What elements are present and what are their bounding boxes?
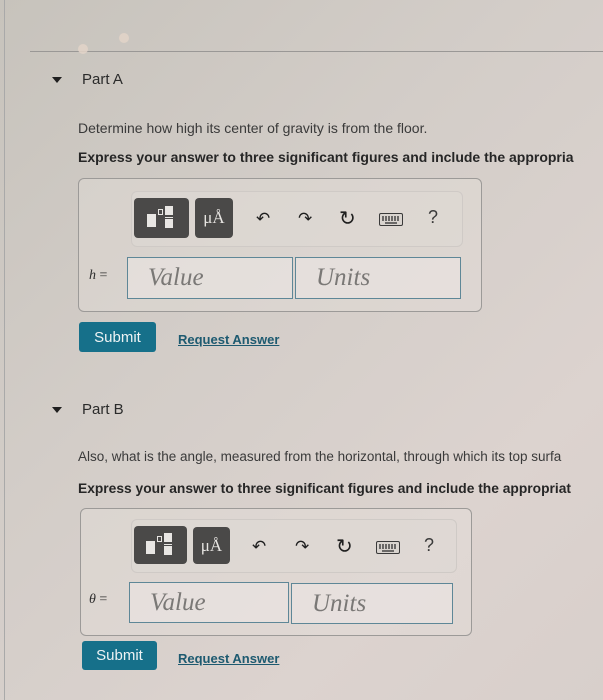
part-b-answer-box: μÅ ↶ ↷ ↻ ? θ = — [80, 508, 472, 636]
units-field[interactable] — [316, 258, 460, 298]
part-a-question: Determine how high its center of gravity… — [78, 120, 428, 136]
keyboard-icon[interactable] — [379, 213, 403, 226]
part-a-answer-box: μÅ ↶ ↷ ↻ ? h = — [78, 178, 482, 312]
redo-icon[interactable]: ↷ — [295, 538, 309, 555]
undo-icon[interactable]: ↶ — [256, 210, 270, 227]
templates-button[interactable] — [134, 198, 189, 238]
part-a-value-input[interactable] — [127, 257, 293, 299]
variable-symbol: θ — [89, 592, 96, 607]
part-b-submit-button[interactable]: Submit — [82, 641, 157, 670]
part-b-header[interactable]: Part B — [52, 401, 124, 418]
part-a-instruction: Express your answer to three significant… — [78, 149, 574, 165]
part-b-question: Also, what is the angle, measured from t… — [78, 449, 562, 464]
value-field[interactable] — [148, 258, 292, 298]
units-field[interactable] — [312, 584, 452, 623]
undo-icon[interactable]: ↶ — [252, 538, 266, 555]
part-a-title: Part A — [82, 71, 123, 88]
reset-icon[interactable]: ↻ — [339, 209, 356, 229]
help-icon[interactable]: ? — [428, 208, 438, 226]
part-b-units-input[interactable] — [291, 583, 453, 624]
section-divider — [30, 51, 603, 52]
part-b-variable-label: θ = — [89, 592, 107, 608]
part-b-title: Part B — [82, 401, 124, 418]
equals-sign: = — [99, 268, 108, 283]
redo-icon[interactable]: ↷ — [298, 210, 312, 227]
part-a-variable-label: h = — [89, 268, 107, 284]
part-a-units-input[interactable] — [295, 257, 461, 299]
help-icon[interactable]: ? — [424, 536, 434, 554]
keyboard-icon[interactable] — [376, 541, 400, 554]
part-b-instruction: Express your answer to three significant… — [78, 481, 571, 496]
part-a-submit-button[interactable]: Submit — [79, 322, 156, 352]
units-symbols-button[interactable]: μÅ — [195, 198, 233, 238]
glare-spot — [78, 44, 88, 54]
collapse-caret-icon[interactable] — [52, 406, 62, 413]
part-b-value-input[interactable] — [129, 582, 289, 623]
variable-symbol: h — [89, 268, 96, 283]
mu-angstrom-icon: μÅ — [203, 208, 225, 227]
part-a-math-toolbar: μÅ ↶ ↷ ↻ ? — [131, 191, 463, 247]
glare-spot — [119, 33, 129, 43]
value-field[interactable] — [150, 583, 288, 622]
page-left-border — [4, 0, 5, 700]
part-b-math-toolbar: μÅ ↶ ↷ ↻ ? — [131, 519, 457, 573]
templates-button[interactable] — [134, 526, 187, 564]
part-b-request-answer-link[interactable]: Request Answer — [178, 651, 279, 666]
units-symbols-button[interactable]: μÅ — [193, 527, 230, 564]
templates-icon — [146, 533, 174, 557]
equals-sign: = — [99, 592, 108, 607]
collapse-caret-icon[interactable] — [52, 76, 62, 83]
templates-icon — [147, 206, 175, 230]
part-a-request-answer-link[interactable]: Request Answer — [178, 332, 279, 347]
reset-icon[interactable]: ↻ — [336, 537, 353, 557]
part-a-header[interactable]: Part A — [52, 71, 123, 88]
mu-angstrom-icon: μÅ — [200, 535, 223, 555]
